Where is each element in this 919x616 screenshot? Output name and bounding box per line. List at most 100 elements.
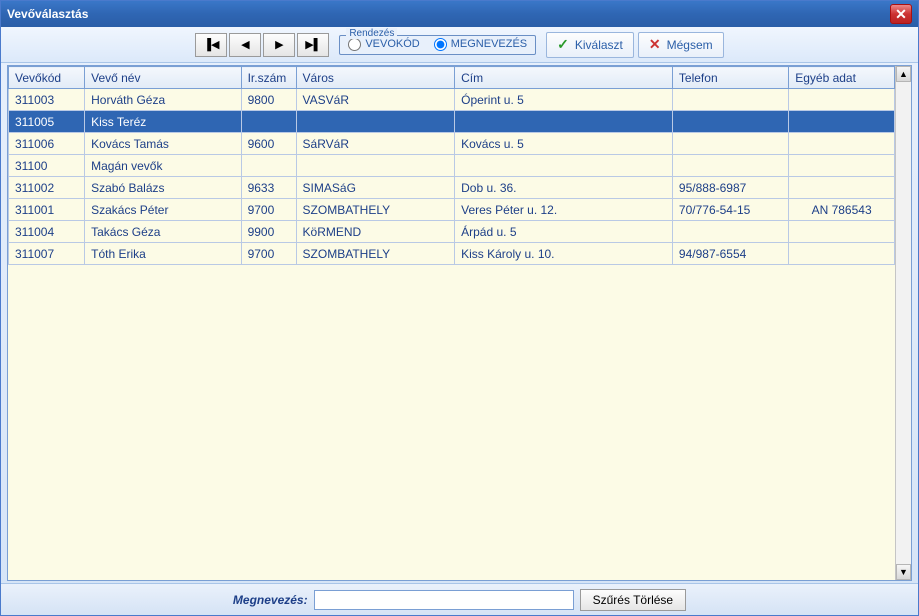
cell-cim[interactable]: Kiss Károly u. 10. bbox=[455, 243, 673, 265]
cell-varos[interactable]: KöRMEND bbox=[296, 221, 455, 243]
titlebar: Vevőválasztás ✕ bbox=[1, 1, 918, 27]
table-row[interactable]: 311005Kiss Teréz bbox=[9, 111, 895, 133]
table-row[interactable]: 311004Takács Géza9900KöRMENDÁrpád u. 5 bbox=[9, 221, 895, 243]
cell-cim[interactable] bbox=[455, 111, 673, 133]
cell-irszam[interactable]: 9600 bbox=[241, 133, 296, 155]
window-title: Vevőválasztás bbox=[7, 7, 88, 21]
cell-cim[interactable]: Óperint u. 5 bbox=[455, 89, 673, 111]
select-button[interactable]: ✓ Kiválaszt bbox=[546, 32, 634, 58]
cell-nev[interactable]: Szakács Péter bbox=[85, 199, 241, 221]
table-row[interactable]: 311001Szakács Péter9700SZOMBATHELYVeres … bbox=[9, 199, 895, 221]
cell-nev[interactable]: Magán vevők bbox=[85, 155, 241, 177]
cell-nev[interactable]: Takács Géza bbox=[85, 221, 241, 243]
cell-vevokod[interactable]: 311006 bbox=[9, 133, 85, 155]
sort-by-code-input[interactable] bbox=[348, 38, 361, 51]
toolbar: ▐◀ ◀ ▶ ▶▌ Rendezés VEVŐKÓD MEGNEVEZÉS ✓ … bbox=[1, 27, 918, 63]
cell-egyeb[interactable] bbox=[789, 221, 895, 243]
cancel-button[interactable]: ✕ Mégsem bbox=[638, 32, 724, 58]
select-button-label: Kiválaszt bbox=[575, 38, 623, 52]
cell-irszam[interactable]: 9700 bbox=[241, 199, 296, 221]
table-row[interactable]: 311007Tóth Erika9700SZOMBATHELYKiss Káro… bbox=[9, 243, 895, 265]
cell-vevokod[interactable]: 311004 bbox=[9, 221, 85, 243]
filter-input[interactable] bbox=[314, 590, 574, 610]
cell-varos[interactable] bbox=[296, 155, 455, 177]
cell-egyeb[interactable] bbox=[789, 89, 895, 111]
scroll-up-button[interactable]: ▲ bbox=[896, 66, 911, 82]
cell-cim[interactable]: Kovács u. 5 bbox=[455, 133, 673, 155]
cell-telefon[interactable] bbox=[672, 221, 788, 243]
cell-telefon[interactable]: 70/776-54-15 bbox=[672, 199, 788, 221]
cell-irszam[interactable] bbox=[241, 155, 296, 177]
cell-irszam[interactable] bbox=[241, 111, 296, 133]
cell-egyeb[interactable] bbox=[789, 243, 895, 265]
grid-scroll: Vevőkód Vevő név Ir.szám Város Cím Telef… bbox=[8, 66, 895, 580]
col-header-vevokod[interactable]: Vevőkód bbox=[9, 67, 85, 89]
close-button[interactable]: ✕ bbox=[890, 4, 912, 24]
cell-varos[interactable] bbox=[296, 111, 455, 133]
sort-group: Rendezés VEVŐKÓD MEGNEVEZÉS bbox=[339, 35, 536, 55]
table-row[interactable]: 311002Szabó Balázs9633SIMASáGDob u. 36.9… bbox=[9, 177, 895, 199]
table-row[interactable]: 311006Kovács Tamás9600SáRVáRKovács u. 5 bbox=[9, 133, 895, 155]
col-header-irszam[interactable]: Ir.szám bbox=[241, 67, 296, 89]
nav-next-button[interactable]: ▶ bbox=[263, 33, 295, 57]
cell-vevokod[interactable]: 311007 bbox=[9, 243, 85, 265]
customers-table: Vevőkód Vevő név Ir.szám Város Cím Telef… bbox=[8, 66, 895, 265]
nav-last-button[interactable]: ▶▌ bbox=[297, 33, 329, 57]
col-header-nev[interactable]: Vevő név bbox=[85, 67, 241, 89]
cell-varos[interactable]: SIMASáG bbox=[296, 177, 455, 199]
nav-prev-button[interactable]: ◀ bbox=[229, 33, 261, 57]
cell-vevokod[interactable]: 311005 bbox=[9, 111, 85, 133]
cell-varos[interactable]: SZOMBATHELY bbox=[296, 243, 455, 265]
cell-irszam[interactable]: 9800 bbox=[241, 89, 296, 111]
table-row[interactable]: 31100Magán vevők bbox=[9, 155, 895, 177]
cell-nev[interactable]: Kovács Tamás bbox=[85, 133, 241, 155]
cell-nev[interactable]: Kiss Teréz bbox=[85, 111, 241, 133]
cell-cim[interactable]: Veres Péter u. 12. bbox=[455, 199, 673, 221]
cell-irszam[interactable]: 9700 bbox=[241, 243, 296, 265]
cell-cim[interactable] bbox=[455, 155, 673, 177]
cell-egyeb[interactable] bbox=[789, 111, 895, 133]
nav-first-button[interactable]: ▐◀ bbox=[195, 33, 227, 57]
table-row[interactable]: 311003Horváth Géza9800VASVáRÓperint u. 5 bbox=[9, 89, 895, 111]
cell-telefon[interactable]: 94/987-6554 bbox=[672, 243, 788, 265]
col-header-cim[interactable]: Cím bbox=[455, 67, 673, 89]
sort-by-code-radio[interactable]: VEVŐKÓD bbox=[348, 38, 419, 51]
customer-select-window: Vevőválasztás ✕ ▐◀ ◀ ▶ ▶▌ Rendezés VEVŐK… bbox=[0, 0, 919, 616]
sort-by-name-label: MEGNEVEZÉS bbox=[451, 38, 527, 50]
cell-cim[interactable]: Dob u. 36. bbox=[455, 177, 673, 199]
last-icon: ▶▌ bbox=[305, 38, 321, 51]
cell-varos[interactable]: SáRVáR bbox=[296, 133, 455, 155]
cell-egyeb[interactable] bbox=[789, 177, 895, 199]
cell-telefon[interactable] bbox=[672, 133, 788, 155]
sort-by-name-input[interactable] bbox=[434, 38, 447, 51]
cell-egyeb[interactable]: AN 786543 bbox=[789, 199, 895, 221]
cell-egyeb[interactable] bbox=[789, 155, 895, 177]
col-header-telefon[interactable]: Telefon bbox=[672, 67, 788, 89]
cell-vevokod[interactable]: 311001 bbox=[9, 199, 85, 221]
grid-container: Vevőkód Vevő név Ir.szám Város Cím Telef… bbox=[7, 65, 912, 581]
cell-vevokod[interactable]: 311002 bbox=[9, 177, 85, 199]
vertical-scrollbar[interactable]: ▲ ▼ bbox=[895, 66, 911, 580]
cell-varos[interactable]: VASVáR bbox=[296, 89, 455, 111]
sort-by-name-radio[interactable]: MEGNEVEZÉS bbox=[434, 38, 527, 51]
col-header-varos[interactable]: Város bbox=[296, 67, 455, 89]
cell-nev[interactable]: Horváth Géza bbox=[85, 89, 241, 111]
cell-nev[interactable]: Szabó Balázs bbox=[85, 177, 241, 199]
scroll-track[interactable] bbox=[896, 82, 911, 564]
check-icon: ✓ bbox=[557, 36, 569, 53]
cell-vevokod[interactable]: 311003 bbox=[9, 89, 85, 111]
cell-vevokod[interactable]: 31100 bbox=[9, 155, 85, 177]
col-header-egyeb[interactable]: Egyéb adat bbox=[789, 67, 895, 89]
cell-telefon[interactable] bbox=[672, 155, 788, 177]
cell-telefon[interactable]: 95/888-6987 bbox=[672, 177, 788, 199]
cell-irszam[interactable]: 9633 bbox=[241, 177, 296, 199]
scroll-down-button[interactable]: ▼ bbox=[896, 564, 911, 580]
cell-nev[interactable]: Tóth Erika bbox=[85, 243, 241, 265]
cell-varos[interactable]: SZOMBATHELY bbox=[296, 199, 455, 221]
clear-filter-button[interactable]: Szűrés Törlése bbox=[580, 589, 686, 611]
cell-irszam[interactable]: 9900 bbox=[241, 221, 296, 243]
cell-cim[interactable]: Árpád u. 5 bbox=[455, 221, 673, 243]
cell-telefon[interactable] bbox=[672, 89, 788, 111]
cell-egyeb[interactable] bbox=[789, 133, 895, 155]
cell-telefon[interactable] bbox=[672, 111, 788, 133]
